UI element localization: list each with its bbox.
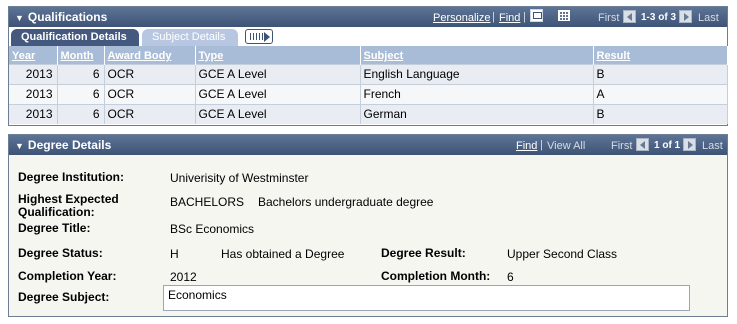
qualifications-panel: ▼ Qualifications Personalize | Find | Fir… [8,6,728,126]
column-header-month[interactable]: Month [57,46,105,64]
row-count: 1 of 1 [654,140,681,151]
first-label: First [598,12,620,24]
tab-subject-details[interactable]: Subject Details [142,29,238,46]
degree-details-panel: ▼ Degree Details Find | View All First 1 … [8,134,728,317]
cell-month: 6 [57,63,105,84]
cell-type: GCE A Level [195,83,361,104]
cell-subject: German [360,103,594,124]
highest-qualification-label: Highest Expected Qualification: [18,192,119,219]
table-row[interactable]: 2013 6 OCR GCE A Level German B [9,103,728,124]
column-header-result[interactable]: Result [593,46,728,64]
degree-subject-field[interactable]: Economics [163,285,690,311]
next-row-icon[interactable] [683,138,696,151]
row-count: 1-3 of 3 [641,12,677,23]
cell-month: 6 [57,103,105,124]
degree-status-code: H [170,247,179,261]
separator: | [492,11,495,23]
tab-bar: Qualification Details Subject Details [9,27,727,46]
last-label: Last [702,140,723,152]
cell-award-body: OCR [104,83,196,104]
view-all-link[interactable]: View All [547,140,585,152]
cell-year: 2013 [9,63,58,84]
first-label: First [611,140,633,152]
separator: | [523,11,526,23]
cell-result: B [593,63,728,84]
column-header-year[interactable]: Year [9,46,58,64]
cell-type: GCE A Level [195,63,361,84]
degree-subject-label: Degree Subject: [18,290,110,304]
column-header-award-body[interactable]: Award Body [104,46,196,64]
degree-title-value: BSc Economics [170,222,255,236]
separator: | [540,139,543,151]
degree-result-value: Upper Second Class [507,247,618,261]
qualifications-title[interactable]: ▼ Qualifications [15,10,107,24]
cell-result: A [593,83,728,104]
cell-subject: English Language [360,63,594,84]
degree-result-label: Degree Result: [381,246,466,260]
view-all-icon[interactable] [530,9,543,22]
column-header-type[interactable]: Type [195,46,361,64]
completion-month-label: Completion Month: [381,269,491,283]
cell-subject: French [360,83,594,104]
degree-institution-label: Degree Institution: [18,170,125,184]
show-all-columns-icon[interactable] [245,29,273,44]
degree-details-header: ▼ Degree Details Find | View All First 1 … [9,135,727,155]
table-row[interactable]: 2013 6 OCR GCE A Level English Language … [9,63,728,84]
completion-year-label: Completion Year: [18,269,117,283]
previous-row-icon[interactable] [636,138,649,151]
collapse-triangle-icon[interactable]: ▼ [15,141,24,151]
degree-details-title[interactable]: ▼ Degree Details [15,138,111,152]
qualifications-grid: Year Month Award Body Type Subject Resul… [9,46,728,124]
cell-type: GCE A Level [195,103,361,124]
find-link[interactable]: Find [516,140,537,152]
highest-qualification-description: Bachelors undergraduate degree [258,195,434,209]
degree-title-label: Degree Title: [18,221,91,235]
cell-month: 6 [57,83,105,104]
degree-institution-value: Univerisity of Westminster [170,171,309,185]
qualifications-header: ▼ Qualifications Personalize | Find | Fir… [9,7,727,27]
column-header-subject[interactable]: Subject [360,46,594,64]
last-label: Last [698,12,719,24]
degree-status-description: Has obtained a Degree [221,247,345,261]
tab-qualification-details[interactable]: Qualification Details [11,29,139,46]
cell-award-body: OCR [104,103,196,124]
collapse-triangle-icon[interactable]: ▼ [15,13,24,23]
table-row[interactable]: 2013 6 OCR GCE A Level French A [9,83,728,104]
completion-month-value: 6 [507,270,514,284]
completion-year-value: 2012 [170,270,197,284]
cell-year: 2013 [9,103,58,124]
next-row-icon[interactable] [679,10,692,23]
highest-qualification-code: BACHELORS [170,195,245,209]
personalize-link[interactable]: Personalize [433,12,490,24]
previous-row-icon[interactable] [623,10,636,23]
cell-year: 2013 [9,83,58,104]
find-link[interactable]: Find [499,12,520,24]
cell-result: B [593,103,728,124]
degree-status-label: Degree Status: [18,246,103,260]
cell-award-body: OCR [104,63,196,84]
download-grid-icon[interactable] [558,10,570,21]
